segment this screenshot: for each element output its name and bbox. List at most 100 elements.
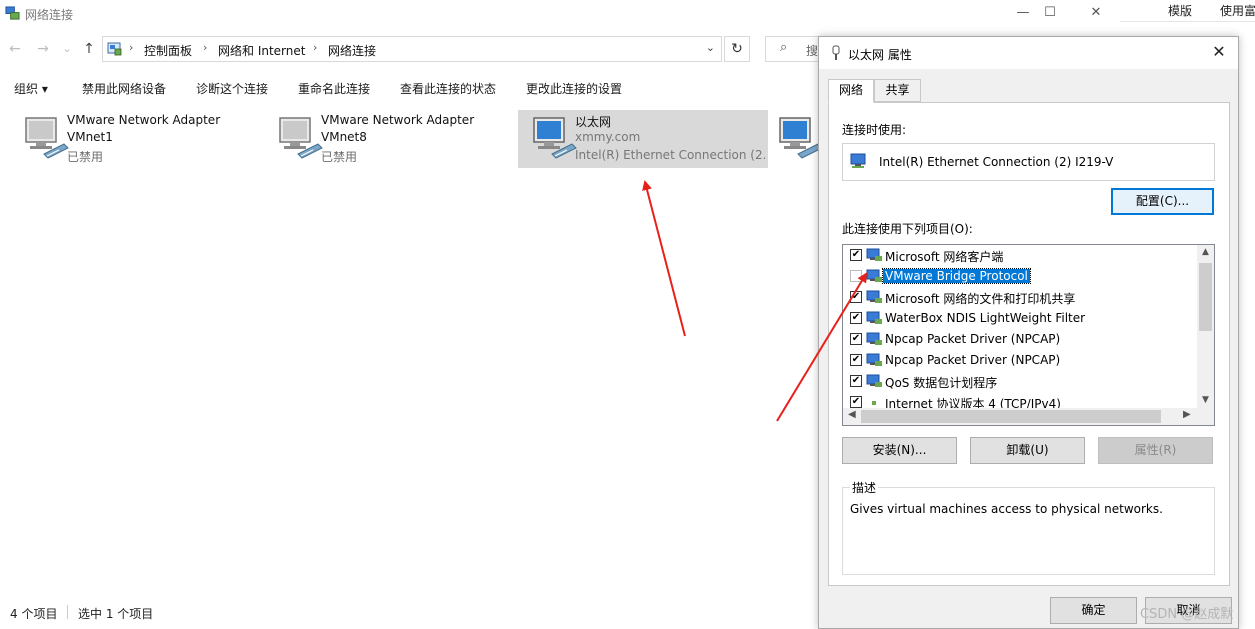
- protocol-icon: [866, 332, 882, 345]
- description-group: 描述 Gives virtual machines access to phys…: [842, 479, 1215, 575]
- connection-name: 以太网: [575, 115, 612, 129]
- breadcrumb-network-connections[interactable]: 网络连接: [328, 42, 376, 59]
- breadcrumb-separator: ›: [129, 41, 134, 54]
- diagnose-connection-button[interactable]: 诊断这个连接: [196, 80, 268, 97]
- scroll-thumb[interactable]: [861, 410, 1161, 423]
- status-bar: 4 个项目 选中 1 个项目: [0, 603, 820, 623]
- protocol-icon: [872, 401, 876, 405]
- list-item[interactable]: ✔ Microsoft 网络的文件和打印机共享: [843, 287, 1195, 308]
- tab-networking[interactable]: 网络: [828, 79, 874, 103]
- connection-item-ethernet[interactable]: 以太网 xmmy.com Intel(R) Ethernet Connectio…: [518, 110, 768, 168]
- connection-item-hidden[interactable]: [772, 110, 823, 168]
- list-item[interactable]: ✔ Npcap Packet Driver (NPCAP): [843, 350, 1195, 371]
- network-adapter-icon: [25, 117, 69, 159]
- up-button[interactable]: ↑: [80, 38, 98, 60]
- configure-button[interactable]: 配置(C)...: [1111, 188, 1214, 215]
- scroll-left-icon[interactable]: ◀: [848, 409, 856, 420]
- network-adapter-icon: [850, 153, 866, 168]
- component-label: WaterBox NDIS LightWeight Filter: [885, 311, 1086, 325]
- connection-device: Intel(R) Ethernet Connection (2...: [575, 148, 765, 162]
- service-icon: [866, 290, 882, 303]
- scroll-down-icon[interactable]: ▼: [1197, 395, 1214, 405]
- connect-using-label: 连接时使用:: [842, 123, 907, 137]
- organize-menu[interactable]: 组织 ▾: [14, 80, 48, 97]
- dialog-title-bar: 以太网 属性 ✕: [819, 37, 1238, 69]
- tab-sharing[interactable]: 共享: [874, 79, 921, 102]
- adapter-field: Intel(R) Ethernet Connection (2) I219-V: [842, 143, 1215, 181]
- component-checkbox[interactable]: ✔: [850, 396, 862, 408]
- watermark: CSDN @赵成默: [1140, 607, 1234, 622]
- breadcrumb-separator[interactable]: ›: [203, 41, 207, 54]
- filter-icon: [866, 311, 882, 324]
- control-panel-icon: [107, 42, 122, 56]
- ok-button[interactable]: 确定: [1050, 597, 1137, 624]
- items-label: 此连接使用下列项目(O):: [842, 222, 973, 236]
- install-button[interactable]: 安装(N)...: [842, 437, 957, 464]
- status-divider: [67, 605, 68, 619]
- background-app-toolbar: 模版 使用富: [1120, 0, 1255, 22]
- network-adapter-icon: [533, 117, 577, 159]
- list-item[interactable]: ✔ WaterBox NDIS LightWeight Filter: [843, 308, 1195, 329]
- connection-network: xmmy.com: [575, 130, 641, 144]
- component-checkbox[interactable]: ✔: [850, 312, 862, 324]
- network-connections-icon: [5, 6, 20, 20]
- item-count: 4 个项目: [10, 607, 58, 621]
- component-checkbox[interactable]: [850, 270, 862, 282]
- scroll-thumb[interactable]: [1199, 263, 1212, 331]
- component-checkbox[interactable]: ✔: [850, 375, 862, 387]
- address-bar[interactable]: › 控制面板 › 网络和 Internet › 网络连接 ⌄: [102, 36, 722, 62]
- adapter-name: Intel(R) Ethernet Connection (2) I219-V: [879, 155, 1114, 169]
- scroll-right-icon[interactable]: ▶: [1183, 409, 1191, 420]
- connection-item-vmnet1[interactable]: VMware Network Adapter VMnet1 已禁用: [10, 110, 260, 168]
- dialog-close-button[interactable]: ✕: [1206, 41, 1232, 65]
- uninstall-button[interactable]: 卸载(U): [970, 437, 1085, 464]
- component-label: Npcap Packet Driver (NPCAP): [885, 332, 1061, 346]
- breadcrumb-separator[interactable]: ›: [313, 41, 317, 54]
- list-item[interactable]: ✔ Npcap Packet Driver (NPCAP): [843, 329, 1195, 350]
- connection-status: 已禁用: [67, 150, 104, 164]
- components-list[interactable]: ✔ Microsoft 网络客户端 VMware Bridge Protocol…: [842, 244, 1215, 426]
- network-adapter-icon: [279, 117, 323, 159]
- networking-tab-panel: 连接时使用: Intel(R) Ethernet Connection (2) …: [828, 102, 1230, 586]
- breadcrumb-control-panel[interactable]: 控制面板: [144, 42, 192, 59]
- vertical-scrollbar[interactable]: ▲ ▼: [1197, 245, 1214, 410]
- dialog-title: 以太网 属性: [848, 48, 912, 62]
- search-placeholder: 搜: [806, 44, 819, 58]
- rename-connection-button[interactable]: 重命名此连接: [298, 80, 370, 97]
- component-checkbox[interactable]: ✔: [850, 354, 862, 366]
- disable-device-button[interactable]: 禁用此网络设备: [82, 80, 166, 97]
- connection-name: VMware Network Adapter: [67, 113, 221, 127]
- component-checkbox[interactable]: ✔: [850, 291, 862, 303]
- connection-network: VMnet8: [321, 130, 367, 144]
- search-input[interactable]: ⌕ 搜: [765, 36, 825, 62]
- component-label: QoS 数据包计划程序: [885, 376, 998, 390]
- template-menu[interactable]: 模版: [1168, 2, 1192, 19]
- list-item[interactable]: ✔ Microsoft 网络客户端: [843, 245, 1195, 266]
- address-dropdown-button[interactable]: ⌄: [706, 41, 715, 54]
- recent-locations-button[interactable]: ⌄: [58, 38, 76, 60]
- properties-button[interactable]: 属性(R): [1098, 437, 1213, 464]
- background-menu-item[interactable]: 使用富: [1220, 2, 1255, 19]
- breadcrumb-network-internet[interactable]: 网络和 Internet: [218, 42, 305, 59]
- component-checkbox[interactable]: ✔: [850, 249, 862, 261]
- scroll-up-icon[interactable]: ▲: [1197, 247, 1214, 257]
- view-status-button[interactable]: 查看此连接的状态: [400, 80, 496, 97]
- list-item[interactable]: ✔ QoS 数据包计划程序: [843, 371, 1195, 392]
- connection-item-vmnet8[interactable]: VMware Network Adapter VMnet8 已禁用: [264, 110, 514, 168]
- forward-button[interactable]: →: [34, 38, 52, 60]
- back-button[interactable]: ←: [6, 38, 24, 60]
- component-label: Npcap Packet Driver (NPCAP): [885, 353, 1061, 367]
- maximize-button[interactable]: ☐: [1027, 2, 1073, 26]
- component-checkbox[interactable]: ✔: [850, 333, 862, 345]
- change-settings-button[interactable]: 更改此连接的设置: [526, 80, 622, 97]
- connection-name: VMware Network Adapter: [321, 113, 475, 127]
- horizontal-scrollbar[interactable]: ◀ ▶: [843, 408, 1214, 425]
- description-text: Gives virtual machines access to physica…: [850, 502, 1163, 516]
- network-cable-icon: [832, 45, 840, 60]
- description-title: 描述: [850, 479, 879, 496]
- protocol-icon: [866, 353, 882, 366]
- ethernet-properties-dialog: 以太网 属性 ✕ 网络 共享 连接时使用: Intel(R) Ethernet …: [818, 36, 1239, 629]
- close-window-button[interactable]: ✕: [1073, 2, 1119, 26]
- refresh-button[interactable]: ↻: [724, 36, 750, 62]
- list-item-selected[interactable]: VMware Bridge Protocol: [843, 266, 1195, 287]
